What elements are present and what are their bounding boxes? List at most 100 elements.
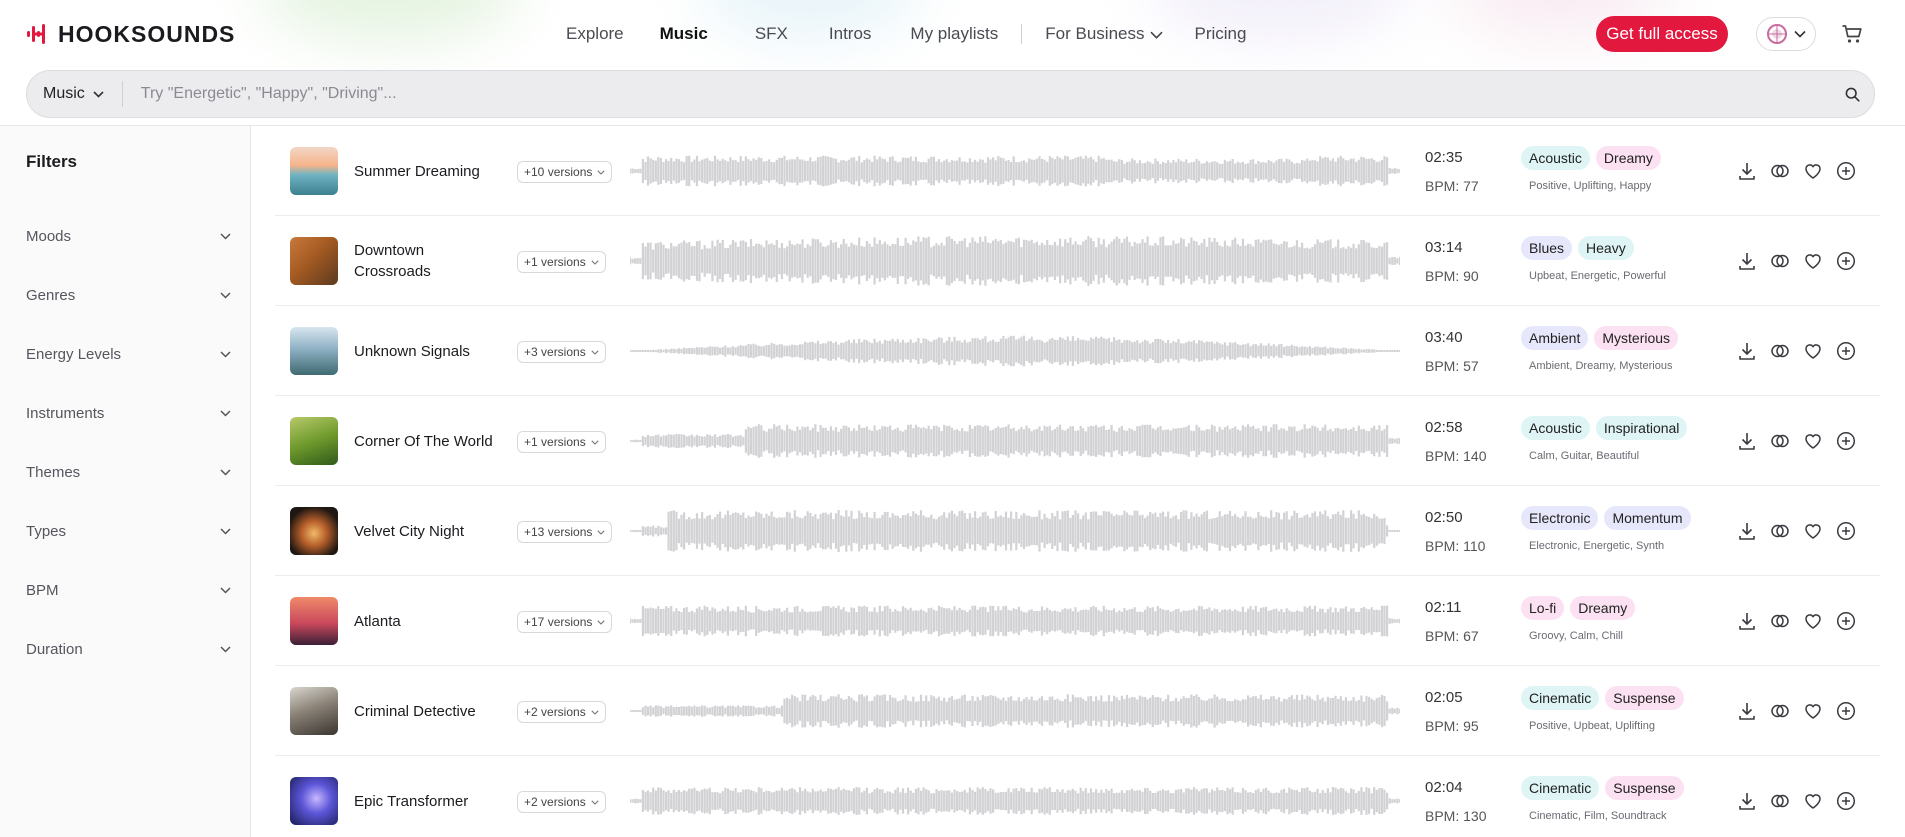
- filter-types[interactable]: Types: [26, 516, 231, 546]
- search-input[interactable]: [122, 85, 1830, 103]
- tag-momentum[interactable]: Momentum: [1604, 506, 1691, 530]
- track-row[interactable]: Atlanta +17 versions 02:11 BPM: 67 Lo-fi Drea…: [275, 576, 1880, 666]
- similar-icon[interactable]: [1769, 250, 1791, 272]
- track-title[interactable]: Downtown Crossroads: [354, 216, 494, 306]
- track-thumbnail[interactable]: [290, 327, 338, 375]
- track-row[interactable]: Velvet City Night +13 versions 02:50 BPM: 1…: [275, 486, 1880, 576]
- track-thumbnail[interactable]: [290, 687, 338, 735]
- track-title[interactable]: Atlanta: [354, 576, 494, 666]
- language-selector[interactable]: [1756, 17, 1816, 51]
- track-title[interactable]: Summer Dreaming: [354, 126, 494, 216]
- heart-icon[interactable]: [1802, 700, 1824, 722]
- track-thumbnail[interactable]: [290, 147, 338, 195]
- tag-electronic[interactable]: Electronic: [1521, 506, 1599, 530]
- download-icon[interactable]: [1736, 610, 1758, 632]
- similar-icon[interactable]: [1769, 700, 1791, 722]
- similar-icon[interactable]: [1769, 520, 1791, 542]
- nav-for-business[interactable]: For Business: [1045, 24, 1164, 44]
- heart-icon[interactable]: [1802, 610, 1824, 632]
- tag-inspirational[interactable]: Inspirational: [1595, 416, 1688, 440]
- nav-explore[interactable]: Explore: [566, 24, 624, 44]
- track-thumbnail[interactable]: [290, 237, 338, 285]
- waveform[interactable]: [630, 502, 1400, 560]
- heart-icon[interactable]: [1802, 520, 1824, 542]
- heart-icon[interactable]: [1802, 250, 1824, 272]
- similar-icon[interactable]: [1769, 160, 1791, 182]
- track-thumbnail[interactable]: [290, 417, 338, 465]
- add-icon[interactable]: [1835, 430, 1857, 452]
- similar-icon[interactable]: [1769, 790, 1791, 812]
- track-title[interactable]: Unknown Signals: [354, 306, 494, 396]
- waveform[interactable]: [630, 142, 1400, 200]
- versions-dropdown[interactable]: +17 versions: [517, 611, 613, 633]
- filter-instruments[interactable]: Instruments: [26, 398, 231, 428]
- heart-icon[interactable]: [1802, 340, 1824, 362]
- add-icon[interactable]: [1835, 250, 1857, 272]
- track-thumbnail[interactable]: [290, 597, 338, 645]
- tag-suspense[interactable]: Suspense: [1605, 686, 1684, 710]
- heart-icon[interactable]: [1802, 430, 1824, 452]
- download-icon[interactable]: [1736, 520, 1758, 542]
- filter-energy-levels[interactable]: Energy Levels: [26, 339, 231, 369]
- track-title[interactable]: Corner Of The World: [354, 396, 494, 486]
- filter-bpm[interactable]: BPM: [26, 575, 231, 605]
- nav-pricing[interactable]: Pricing: [1194, 24, 1246, 44]
- download-icon[interactable]: [1736, 340, 1758, 362]
- waveform[interactable]: [630, 592, 1400, 650]
- track-row[interactable]: Corner Of The World +1 versions 02:58 BPM: …: [275, 396, 1880, 486]
- track-row[interactable]: Downtown Crossroads +1 versions 03:14 BPM: …: [275, 216, 1880, 306]
- tag-lo-fi[interactable]: Lo-fi: [1521, 596, 1565, 620]
- waveform[interactable]: [630, 772, 1400, 830]
- similar-icon[interactable]: [1769, 340, 1791, 362]
- add-icon[interactable]: [1835, 340, 1857, 362]
- versions-dropdown[interactable]: +13 versions: [517, 521, 613, 543]
- search-icon[interactable]: [1830, 87, 1874, 102]
- cart-icon[interactable]: [1841, 23, 1863, 50]
- nav-intros[interactable]: Intros: [829, 24, 872, 44]
- nav-music[interactable]: Music: [660, 24, 708, 44]
- similar-icon[interactable]: [1769, 610, 1791, 632]
- waveform[interactable]: [630, 232, 1400, 290]
- tag-dreamy[interactable]: Dreamy: [1570, 596, 1636, 620]
- versions-dropdown[interactable]: +1 versions: [517, 431, 606, 453]
- track-title[interactable]: Velvet City Night: [354, 486, 494, 576]
- tag-blues[interactable]: Blues: [1521, 236, 1573, 260]
- filter-duration[interactable]: Duration: [26, 634, 231, 664]
- tag-ambient[interactable]: Ambient: [1521, 326, 1589, 350]
- track-title[interactable]: Epic Transformer: [354, 756, 494, 837]
- download-icon[interactable]: [1736, 700, 1758, 722]
- filter-themes[interactable]: Themes: [26, 457, 231, 487]
- waveform[interactable]: [630, 322, 1400, 380]
- add-icon[interactable]: [1835, 700, 1857, 722]
- track-row[interactable]: Criminal Detective +2 versions 02:05 BPM: 9…: [275, 666, 1880, 756]
- add-icon[interactable]: [1835, 160, 1857, 182]
- tag-heavy[interactable]: Heavy: [1578, 236, 1634, 260]
- track-thumbnail[interactable]: [290, 507, 338, 555]
- heart-icon[interactable]: [1802, 790, 1824, 812]
- download-icon[interactable]: [1736, 250, 1758, 272]
- tag-dreamy[interactable]: Dreamy: [1595, 146, 1661, 170]
- track-row[interactable]: Epic Transformer +2 versions 02:04 BPM: 130…: [275, 756, 1880, 837]
- hooksounds-logo[interactable]: HOOKSOUNDS: [26, 20, 235, 48]
- versions-dropdown[interactable]: +2 versions: [517, 791, 606, 813]
- track-row[interactable]: Unknown Signals +3 versions 03:40 BPM: 57 Am…: [275, 306, 1880, 396]
- search-type-dropdown[interactable]: Music: [27, 81, 123, 107]
- versions-dropdown[interactable]: +1 versions: [517, 251, 606, 273]
- nav-my-playlists[interactable]: My playlists: [910, 24, 998, 44]
- tag-acoustic[interactable]: Acoustic: [1521, 416, 1590, 440]
- track-row[interactable]: Summer Dreaming +10 versions 02:35 BPM: 77 A…: [275, 126, 1880, 216]
- tag-cinematic[interactable]: Cinematic: [1521, 686, 1600, 710]
- versions-dropdown[interactable]: +2 versions: [517, 701, 606, 723]
- add-icon[interactable]: [1835, 520, 1857, 542]
- tag-cinematic[interactable]: Cinematic: [1521, 776, 1600, 800]
- tag-mysterious[interactable]: Mysterious: [1594, 326, 1679, 350]
- tag-suspense[interactable]: Suspense: [1605, 776, 1684, 800]
- track-thumbnail[interactable]: [290, 777, 338, 825]
- waveform[interactable]: [630, 412, 1400, 470]
- filter-genres[interactable]: Genres: [26, 280, 231, 310]
- get-full-access-button[interactable]: Get full access: [1596, 16, 1728, 52]
- track-title[interactable]: Criminal Detective: [354, 666, 494, 756]
- download-icon[interactable]: [1736, 160, 1758, 182]
- similar-icon[interactable]: [1769, 430, 1791, 452]
- tag-acoustic[interactable]: Acoustic: [1521, 146, 1590, 170]
